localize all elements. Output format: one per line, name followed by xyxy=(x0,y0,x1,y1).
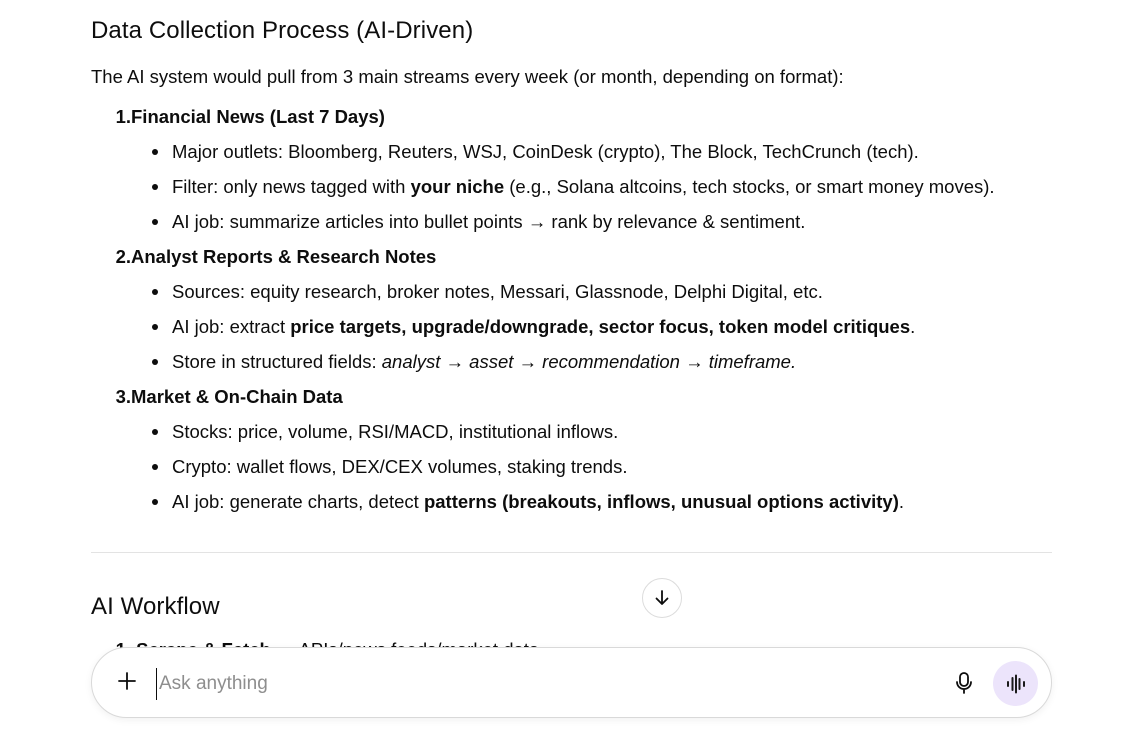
arrow-down-icon xyxy=(655,590,669,605)
bullet-item: Crypto: wallet flows, DEX/CEX volumes, s… xyxy=(91,453,1052,488)
bullet-text: AI job: summarize articles into bullet p… xyxy=(172,208,805,236)
text-run: (e.g., Solana altcoins, tech stocks, or … xyxy=(504,176,995,197)
bullet-dot xyxy=(91,488,172,516)
step-number: 3. xyxy=(115,386,131,407)
step-title: 2. Analyst Reports & Research Notes xyxy=(91,243,1052,278)
step-title-text: Market & On-Chain Data xyxy=(131,386,343,407)
bullet-text: Filter: only news tagged with your niche… xyxy=(172,173,995,201)
text-run: Major outlets: Bloomberg, Reuters, WSJ, … xyxy=(172,141,919,162)
bullet-item: Store in structured fields: analyst → as… xyxy=(91,348,1052,383)
bullet-item: Major outlets: Bloomberg, Reuters, WSJ, … xyxy=(91,138,1052,173)
text-run: Filter: only news tagged with xyxy=(172,176,411,197)
bullet-list: Stocks: price, volume, RSI/MACD, institu… xyxy=(91,418,1052,523)
text-run: Crypto: wallet flows, DEX/CEX volumes, s… xyxy=(172,456,628,477)
step-title: 3. Market & On-Chain Data xyxy=(91,383,1052,418)
bullet-dot xyxy=(91,348,172,376)
bullet-dot xyxy=(91,453,172,481)
bullet-text: AI job: generate charts, detect patterns… xyxy=(172,488,904,516)
text-run: Store in structured fields: xyxy=(172,351,382,372)
add-attachment-button[interactable] xyxy=(112,666,142,696)
bullet-list: Major outlets: Bloomberg, Reuters, WSJ, … xyxy=(91,138,1052,243)
bullet-item: AI job: generate charts, detect patterns… xyxy=(91,488,1052,523)
italic-text: analyst → asset → recommendation → timef… xyxy=(381,351,797,372)
bullet-dot xyxy=(91,313,172,341)
bullet-text: Crypto: wallet flows, DEX/CEX volumes, s… xyxy=(172,453,627,481)
step-item: 3. Market & On-Chain Data Stocks: price, v… xyxy=(91,383,1052,523)
bullet-text: Sources: equity research, broker notes, … xyxy=(172,278,823,306)
section-heading-ai-workflow: AI Workflow xyxy=(91,593,220,620)
step-title-text: Analyst Reports & Research Notes xyxy=(131,246,437,267)
text-run: . xyxy=(898,491,905,512)
bullet-item: AI job: extract price targets, upgrade/d… xyxy=(91,313,1052,348)
bullet-item: Sources: equity research, broker notes, … xyxy=(91,278,1052,313)
bullet-dot xyxy=(91,208,172,236)
text-run: Stocks: price, volume, RSI/MACD, institu… xyxy=(172,421,619,442)
voice-waveform-icon xyxy=(1006,674,1025,693)
prompt-composer xyxy=(91,647,1052,718)
bold-text: price targets, upgrade/downgrade, sector… xyxy=(290,316,911,337)
plus-icon xyxy=(118,672,136,690)
text-run: AI job: extract xyxy=(172,316,291,337)
prompt-input[interactable] xyxy=(156,668,921,700)
divider xyxy=(91,552,1052,553)
text-run: Sources: equity research, broker notes, … xyxy=(172,281,823,302)
bullet-dot xyxy=(91,173,172,201)
bullet-item: Filter: only news tagged with your niche… xyxy=(91,173,1052,208)
bold-text: patterns (breakouts, inflows, unusual op… xyxy=(423,491,899,512)
text-run: AI job: generate charts, detect xyxy=(172,491,424,512)
voice-mode-button[interactable] xyxy=(993,661,1038,706)
section-heading-data-collection: Data Collection Process (AI-Driven) xyxy=(91,17,474,44)
bullet-item: AI job: summarize articles into bullet p… xyxy=(91,208,1052,243)
step-title: 1. Financial News (Last 7 Days) xyxy=(91,103,1052,138)
bullet-list: Sources: equity research, broker notes, … xyxy=(91,278,1052,383)
step-item: 2. Analyst Reports & Research Notes Source… xyxy=(91,243,1052,383)
bullet-text: AI job: extract price targets, upgrade/d… xyxy=(172,313,915,341)
bold-text: your niche xyxy=(410,176,505,197)
intro-paragraph: The AI system would pull from 3 main str… xyxy=(91,66,844,87)
text-run: AI job: summarize articles into bullet p… xyxy=(172,211,806,232)
dictate-button[interactable] xyxy=(949,668,979,698)
microphone-icon xyxy=(956,672,972,694)
bullet-dot xyxy=(91,138,172,166)
bullet-item: Stocks: price, volume, RSI/MACD, institu… xyxy=(91,418,1052,453)
bullet-dot xyxy=(91,278,172,306)
step-number: 2. xyxy=(115,246,131,267)
bullet-text: Major outlets: Bloomberg, Reuters, WSJ, … xyxy=(172,138,919,166)
bullet-dot xyxy=(91,418,172,446)
step-item: 1. Financial News (Last 7 Days) Major outl… xyxy=(91,103,1052,243)
scroll-to-bottom-button[interactable] xyxy=(642,578,682,618)
bullet-text: Stocks: price, volume, RSI/MACD, institu… xyxy=(172,418,618,446)
step-number: 1. xyxy=(115,106,131,127)
steps-list: 1. Financial News (Last 7 Days) Major outl… xyxy=(91,103,1052,523)
text-run: . xyxy=(910,316,916,337)
bullet-text: Store in structured fields: analyst → as… xyxy=(172,348,796,376)
step-title-text: Financial News (Last 7 Days) xyxy=(131,106,385,127)
